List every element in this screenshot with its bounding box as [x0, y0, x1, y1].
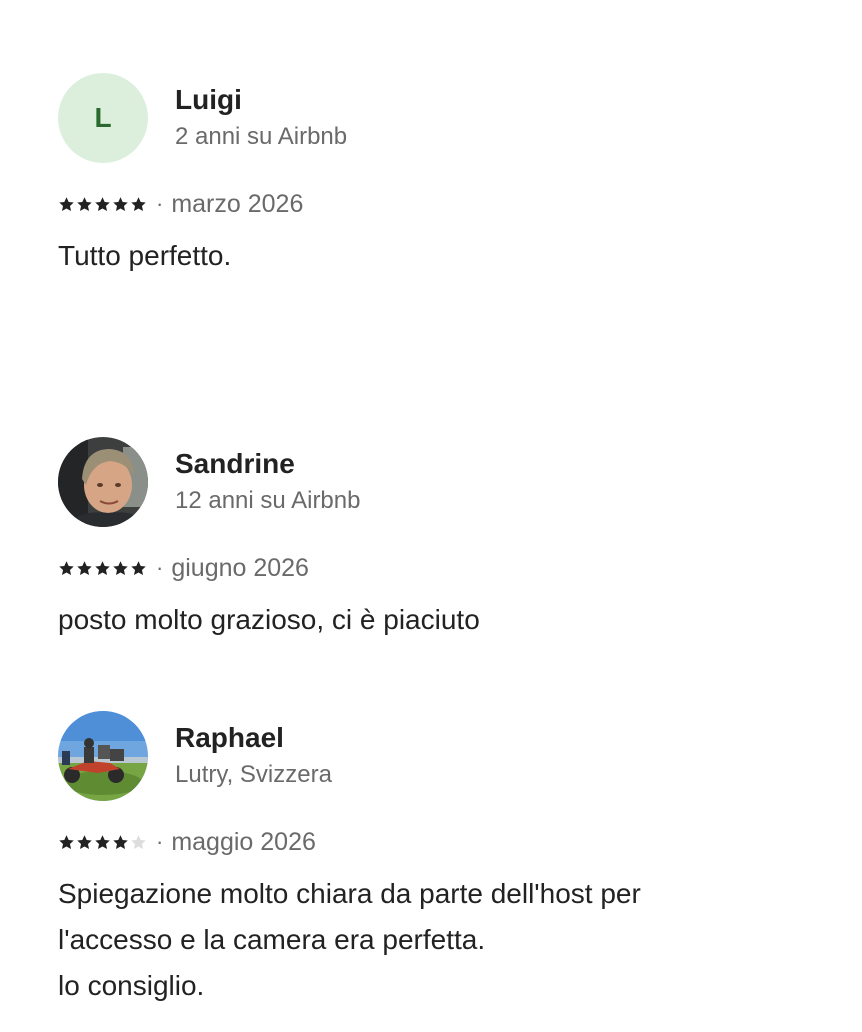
reviewer-subtitle: 12 anni su Airbnb — [175, 487, 361, 514]
reviewer-info: Sandrine 12 anni su Airbnb — [175, 447, 360, 517]
star-filled-icon — [76, 196, 93, 213]
review-text-line: posto molto grazioso, ci è piaciuto — [58, 604, 480, 635]
star-filled-icon — [112, 196, 129, 213]
separator-dot: · — [156, 191, 164, 216]
review-meta: · marzo 2026 — [58, 189, 818, 219]
review-date: giugno 2026 — [171, 553, 309, 582]
review-card: Sandrine 12 anni su Airbnb · giugno 2026… — [58, 437, 818, 643]
review-date: marzo 2026 — [171, 189, 304, 218]
avatar[interactable] — [58, 711, 148, 801]
reviewer-subtitle: Lutry, Svizzera — [175, 761, 332, 788]
review-text: Tutto perfetto. — [58, 233, 818, 279]
star-rating — [58, 560, 148, 577]
star-filled-icon — [76, 834, 93, 851]
reviewer-name[interactable]: Sandrine — [175, 447, 360, 481]
star-filled-icon — [58, 834, 75, 851]
reviewer-subtitle: 2 anni su Airbnb — [175, 123, 348, 150]
review-text-line: lo consiglio. — [58, 970, 205, 1001]
avatar[interactable]: L — [58, 73, 148, 163]
separator-dot: · — [156, 829, 164, 854]
review-meta: · giugno 2026 — [58, 553, 818, 583]
star-filled-icon — [112, 834, 129, 851]
review-text: posto molto grazioso, ci è piaciuto — [58, 597, 818, 643]
star-filled-icon — [94, 560, 111, 577]
review-card: L Luigi 2 anni su Airbnb · marzo 2026 Tu… — [58, 73, 818, 279]
review-text: Spiegazione molto chiara da parte dell'h… — [58, 871, 818, 1009]
review-date: maggio 2026 — [171, 827, 316, 856]
star-filled-icon — [58, 196, 75, 213]
reviewer-name[interactable]: Raphael — [175, 721, 332, 755]
star-rating — [58, 834, 148, 851]
star-filled-icon — [130, 196, 147, 213]
person-photo-icon — [58, 437, 148, 527]
reviewer-name[interactable]: Luigi — [175, 83, 347, 117]
review-meta: · maggio 2026 — [58, 827, 818, 857]
star-filled-icon — [94, 196, 111, 213]
star-empty-icon — [130, 834, 147, 851]
review-header: Raphael Lutry, Svizzera — [58, 711, 818, 801]
star-filled-icon — [58, 560, 75, 577]
motorcycle-photo-icon — [58, 711, 148, 801]
star-filled-icon — [94, 834, 111, 851]
review-text-line: Tutto perfetto. — [58, 240, 232, 271]
review-header: L Luigi 2 anni su Airbnb — [58, 73, 818, 163]
review-text-line: l'accesso e la camera era perfetta. — [58, 924, 486, 955]
review-text-line: Spiegazione molto chiara da parte dell'h… — [58, 878, 641, 909]
star-rating — [58, 196, 148, 213]
star-filled-icon — [130, 560, 147, 577]
star-filled-icon — [112, 560, 129, 577]
separator-dot: · — [156, 555, 164, 580]
reviewer-info: Raphael Lutry, Svizzera — [175, 721, 332, 791]
review-header: Sandrine 12 anni su Airbnb — [58, 437, 818, 527]
review-card: Raphael Lutry, Svizzera · maggio 2026 Sp… — [58, 711, 818, 1009]
star-filled-icon — [76, 560, 93, 577]
reviewer-info: Luigi 2 anni su Airbnb — [175, 83, 347, 153]
avatar-initial: L — [94, 102, 112, 133]
avatar[interactable] — [58, 437, 148, 527]
